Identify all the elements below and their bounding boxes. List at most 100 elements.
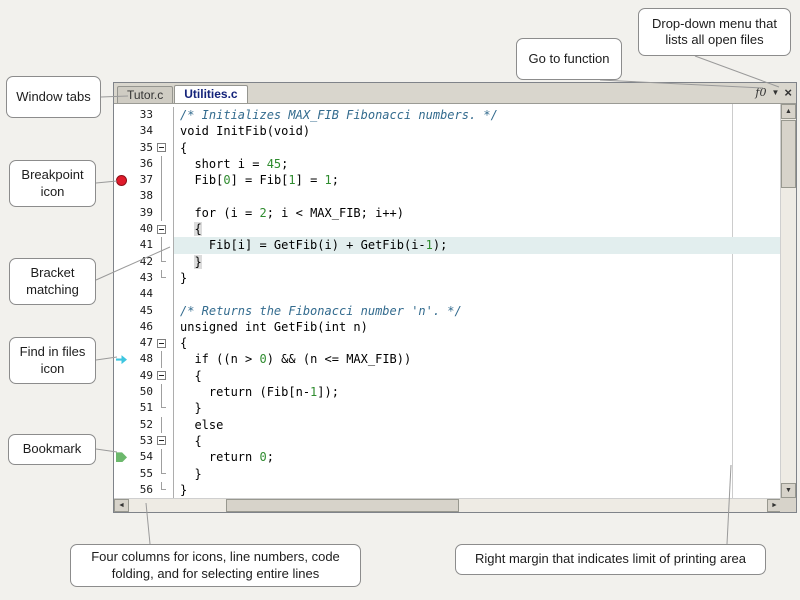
code-line[interactable]: 55 } — [114, 466, 781, 482]
find-in-files-icon[interactable] — [116, 355, 127, 364]
code-line[interactable]: 43} — [114, 270, 781, 286]
code-line[interactable]: 56} — [114, 482, 781, 498]
scroll-down-arrow-icon[interactable]: ▼ — [781, 483, 796, 498]
code-text[interactable]: for (i = 2; i < MAX_FIB; i++) — [174, 205, 781, 221]
icon-column-cell[interactable] — [114, 433, 129, 449]
icon-column-cell[interactable] — [114, 368, 129, 384]
code-text[interactable]: { — [174, 433, 781, 449]
icon-column-cell[interactable] — [114, 319, 129, 335]
horizontal-scrollbar[interactable]: ◄ ► — [114, 498, 782, 512]
icon-column-cell[interactable] — [114, 172, 129, 188]
fold-scope-end — [161, 270, 166, 278]
code-text[interactable]: { — [174, 221, 781, 237]
matched-bracket: { — [194, 222, 201, 236]
tab-utilities-c[interactable]: Utilities.c — [174, 85, 247, 103]
code-text[interactable] — [174, 286, 781, 302]
code-text[interactable]: } — [174, 270, 781, 286]
code-line[interactable]: 36 short i = 45; — [114, 156, 781, 172]
code-line[interactable]: 42 } — [114, 254, 781, 270]
code-line[interactable]: 46unsigned int GetFib(int n) — [114, 319, 781, 335]
code-text[interactable]: unsigned int GetFib(int n) — [174, 319, 781, 335]
fold-column-cell[interactable] — [156, 335, 168, 351]
icon-column-cell[interactable] — [114, 449, 129, 465]
code-line[interactable]: 45/* Returns the Fibonacci number 'n'. *… — [114, 303, 781, 319]
code-line[interactable]: 52 else — [114, 417, 781, 433]
code-line[interactable]: 49 { — [114, 368, 781, 384]
code-line[interactable]: 33/* Initializes MAX_FIB Fibonacci numbe… — [114, 107, 781, 123]
scroll-up-arrow-icon[interactable]: ▲ — [781, 104, 796, 119]
fold-column-cell[interactable] — [156, 433, 168, 449]
fold-collapse-icon[interactable] — [157, 143, 166, 152]
open-files-dropdown-icon[interactable]: ▼ — [771, 88, 779, 97]
tab-tutor-c[interactable]: Tutor.c — [117, 86, 173, 103]
code-text[interactable]: } — [174, 466, 781, 482]
icon-column-cell[interactable] — [114, 400, 129, 416]
code-line[interactable]: 53 { — [114, 433, 781, 449]
code-text[interactable]: short i = 45; — [174, 156, 781, 172]
fold-collapse-icon[interactable] — [157, 371, 166, 380]
icon-column-cell[interactable] — [114, 205, 129, 221]
code-line[interactable]: 34void InitFib(void) — [114, 123, 781, 139]
code-text[interactable]: return (Fib[n-1]); — [174, 384, 781, 400]
icon-column-cell[interactable] — [114, 482, 129, 498]
fold-column-cell[interactable] — [156, 221, 168, 237]
code-line[interactable]: 44 — [114, 286, 781, 302]
icon-column-cell[interactable] — [114, 335, 129, 351]
fold-collapse-icon[interactable] — [157, 225, 166, 234]
code-text[interactable]: else — [174, 417, 781, 433]
icon-column-cell[interactable] — [114, 417, 129, 433]
code-text[interactable]: /* Initializes MAX_FIB Fibonacci numbers… — [174, 107, 781, 123]
code-line[interactable]: 47{ — [114, 335, 781, 351]
icon-column-cell[interactable] — [114, 254, 129, 270]
code-text[interactable]: void InitFib(void) — [174, 123, 781, 139]
code-text[interactable]: Fib[0] = Fib[1] = 1; — [174, 172, 781, 188]
scroll-left-arrow-icon[interactable]: ◄ — [114, 499, 129, 512]
fold-collapse-icon[interactable] — [157, 436, 166, 445]
fold-collapse-icon[interactable] — [157, 339, 166, 348]
vertical-scrollbar-thumb[interactable] — [781, 120, 796, 188]
code-text[interactable]: { — [174, 335, 781, 351]
icon-column-cell[interactable] — [114, 107, 129, 123]
icon-column-cell[interactable] — [114, 221, 129, 237]
vertical-scrollbar[interactable]: ▲ ▼ — [780, 104, 796, 498]
icon-column-cell[interactable] — [114, 384, 129, 400]
icon-column-cell[interactable] — [114, 466, 129, 482]
code-text[interactable]: } — [174, 254, 781, 270]
icon-column-cell[interactable] — [114, 286, 129, 302]
code-text[interactable]: return 0; — [174, 449, 781, 465]
code-line[interactable]: 40 { — [114, 221, 781, 237]
code-area[interactable]: 33/* Initializes MAX_FIB Fibonacci numbe… — [114, 104, 781, 498]
icon-column-cell[interactable] — [114, 188, 129, 204]
icon-column-cell[interactable] — [114, 303, 129, 319]
horizontal-scrollbar-thumb[interactable] — [226, 499, 459, 512]
code-text[interactable]: if ((n > 0) && (n <= MAX_FIB)) — [174, 351, 781, 367]
code-text[interactable]: Fib[i] = GetFib(i) + GetFib(i-1); — [174, 237, 781, 253]
code-text[interactable]: { — [174, 368, 781, 384]
icon-column-cell[interactable] — [114, 140, 129, 156]
fold-column-cell[interactable] — [156, 140, 168, 156]
go-to-function-button[interactable]: f0 — [755, 86, 766, 99]
code-line[interactable]: 38 — [114, 188, 781, 204]
code-text[interactable]: /* Returns the Fibonacci number 'n'. */ — [174, 303, 781, 319]
icon-column-cell[interactable] — [114, 156, 129, 172]
code-text[interactable]: } — [174, 482, 781, 498]
icon-column-cell[interactable] — [114, 351, 129, 367]
code-line[interactable]: 50 return (Fib[n-1]); — [114, 384, 781, 400]
code-line[interactable]: 41 Fib[i] = GetFib(i) + GetFib(i-1); — [114, 237, 781, 253]
code-line[interactable]: 54 return 0; — [114, 449, 781, 465]
bookmark-icon[interactable] — [116, 452, 127, 462]
icon-column-cell[interactable] — [114, 237, 129, 253]
close-icon[interactable]: × — [784, 88, 792, 98]
code-text[interactable] — [174, 188, 781, 204]
code-text[interactable]: } — [174, 400, 781, 416]
code-line[interactable]: 37 Fib[0] = Fib[1] = 1; — [114, 172, 781, 188]
breakpoint-icon[interactable] — [116, 175, 127, 186]
fold-column-cell[interactable] — [156, 368, 168, 384]
code-line[interactable]: 48 if ((n > 0) && (n <= MAX_FIB)) — [114, 351, 781, 367]
icon-column-cell[interactable] — [114, 123, 129, 139]
code-text[interactable]: { — [174, 140, 781, 156]
code-line[interactable]: 39 for (i = 2; i < MAX_FIB; i++) — [114, 205, 781, 221]
icon-column-cell[interactable] — [114, 270, 129, 286]
code-line[interactable]: 35{ — [114, 140, 781, 156]
code-line[interactable]: 51 } — [114, 400, 781, 416]
